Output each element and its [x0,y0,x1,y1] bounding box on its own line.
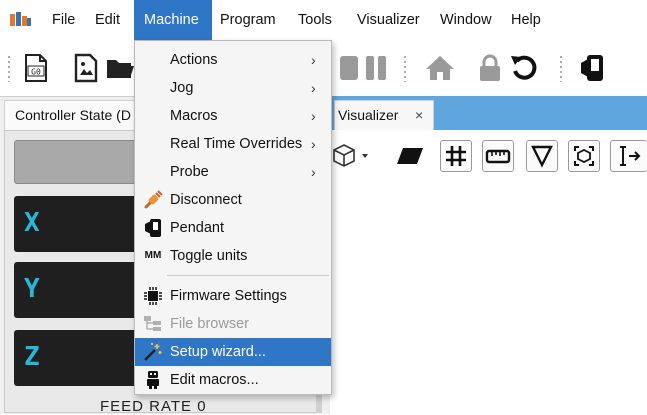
tool-view-icon[interactable] [526,140,558,172]
feed-rate-label: FEED RATE 0 [100,398,207,415]
submenu-arrow-icon: › [311,164,316,180]
menu-visualizer[interactable]: Visualizer [349,0,428,40]
menu-item-toggle-units[interactable]: MM Toggle units [135,242,331,270]
bounding-box-icon[interactable] [568,140,600,172]
plug-icon [143,190,163,210]
menu-item-label: Setup wizard... [170,344,266,360]
tab-visualizer-label: Visualizer [338,107,399,123]
machine-menu-dropdown: Actions › Jog › Macros › Real Time Overr… [134,40,332,395]
chip-icon [143,286,163,306]
menu-item-label: Disconnect [170,192,242,208]
ruler-icon[interactable] [482,140,514,172]
menu-item-label: File browser [170,316,249,332]
menu-file[interactable]: File [44,0,83,40]
pendant-phone-icon [143,218,163,238]
menu-item-real-time-overrides[interactable]: Real Time Overrides › [135,130,331,158]
menu-window[interactable]: Window [432,0,500,40]
toolbar-grip [8,56,10,82]
menu-item-jog[interactable]: Jog › [135,74,331,102]
menu-item-edit-macros[interactable]: Edit macros... [135,366,331,394]
submenu-arrow-icon: › [311,80,316,96]
close-icon[interactable]: × [415,101,423,129]
menu-tools[interactable]: Tools [290,0,340,40]
grid-toggle-icon[interactable] [440,140,472,172]
home-icon[interactable] [424,51,456,85]
menu-program[interactable]: Program [212,0,284,40]
menu-item-label: Probe [170,164,209,180]
submenu-arrow-icon: › [311,136,316,152]
menu-item-label: Firmware Settings [170,288,287,304]
submenu-arrow-icon: › [311,108,316,124]
menu-help[interactable]: Help [503,0,549,40]
menu-item-setup-wizard[interactable]: Setup wizard... [135,338,331,366]
toolbar-separator [404,56,406,82]
app-logo-icon [10,12,32,28]
menu-separator [167,275,329,276]
menu-item-probe[interactable]: Probe › [135,158,331,186]
camera-view-dropdown-icon[interactable] [332,140,372,172]
menu-item-label: Toggle units [170,248,248,264]
pause-icon[interactable] [360,51,392,85]
tab-visualizer[interactable]: Visualizer × [334,100,434,130]
toolbar-separator [560,56,562,82]
axis-x-label: X [24,208,40,238]
menu-item-firmware-settings[interactable]: Firmware Settings [135,282,331,310]
open-image-file-icon[interactable] [70,51,102,85]
menu-item-label: Edit macros... [170,372,259,388]
selection-icon[interactable] [610,140,647,172]
svg-text:G0: G0 [31,68,41,77]
reset-icon[interactable] [508,51,540,85]
open-folder-icon[interactable] [104,51,136,85]
menu-item-actions[interactable]: Actions › [135,46,331,74]
menu-item-label: Pendant [170,220,225,236]
menu-item-label: Actions [170,52,218,68]
menu-item-macros[interactable]: Macros › [135,102,331,130]
menu-item-label: Jog [170,80,194,96]
robot-icon [143,370,163,390]
menu-item-disconnect[interactable]: Disconnect [135,186,331,214]
stop-icon[interactable] [330,51,362,85]
menu-item-label: Macros [170,108,218,124]
menu-machine[interactable]: Machine [134,0,212,40]
menu-item-pendant[interactable]: Pendant [135,214,331,242]
menu-edit[interactable]: Edit [87,0,128,40]
axis-y-label: Y [24,274,40,304]
axis-z-label: Z [24,342,40,372]
magic-wand-icon [143,342,163,362]
gcode-file-icon[interactable]: G0 [20,51,52,85]
plane-view-icon[interactable] [394,140,426,172]
lock-icon[interactable] [474,51,506,85]
menu-item-file-browser: File browser [135,310,331,338]
menu-item-label: Real Time Overrides [170,136,303,152]
visualizer-toolbar [330,130,647,180]
submenu-arrow-icon: › [311,52,316,68]
file-tree-icon [143,314,163,334]
units-mm-icon: MM [144,250,162,261]
menu-bar: File Edit Machine Program Tools Visualiz… [0,0,647,40]
pendant-icon[interactable] [576,51,608,85]
